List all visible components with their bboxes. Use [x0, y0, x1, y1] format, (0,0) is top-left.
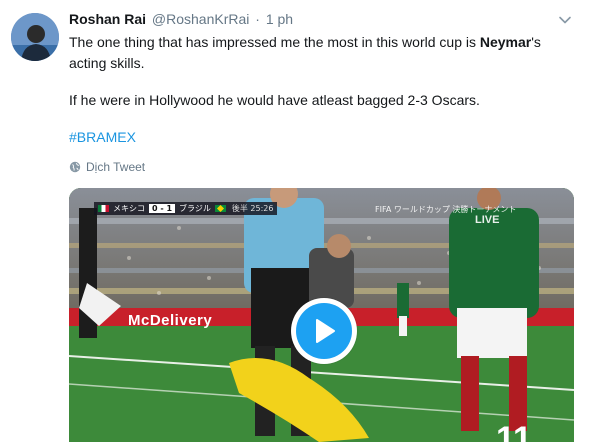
translate-tweet-link[interactable]: Dịch Tweet [69, 160, 145, 174]
jersey-number: 11 [496, 420, 532, 442]
tweet-time[interactable]: 1 ph [266, 11, 293, 27]
video-player[interactable]: メキシコ 0 - 1 ブラジル 後半 25:26 FIFA ワールドカップ 決勝… [69, 188, 574, 442]
tweet-text: The one thing that has impressed me the … [69, 32, 564, 148]
play-button[interactable] [291, 298, 357, 364]
sponsor-board: McDelivery [128, 312, 213, 329]
hashtag-link[interactable]: #BRAMEX [69, 129, 136, 145]
scoreboard: メキシコ 0 - 1 ブラジル 後半 25:26 [94, 202, 278, 215]
text-bold-name: Neymar [479, 34, 532, 50]
separator: · [255, 11, 260, 27]
author-handle[interactable]: @RoshanKrRai [152, 11, 249, 27]
score-value: 0 - 1 [149, 204, 176, 213]
mexico-flag-icon [98, 205, 109, 212]
match-clock: 後半 25:26 [231, 204, 274, 213]
globe-icon [69, 161, 81, 173]
team2-label: ブラジル [179, 204, 211, 213]
team1-label: メキシコ [113, 204, 145, 213]
avatar[interactable] [11, 13, 59, 61]
play-icon [316, 319, 335, 343]
tweet-header: Roshan Rai @RoshanKrRai · 1 ph [69, 11, 293, 27]
chevron-down-icon[interactable] [558, 13, 572, 27]
text-segment: The one thing that has impressed me the … [69, 34, 480, 50]
brazil-flag-icon [214, 205, 226, 212]
avatar-image [11, 13, 59, 61]
tweet-paragraph-1: The one thing that has impressed me the … [69, 32, 564, 74]
tweet-paragraph-2: If he were in Hollywood he would have at… [69, 92, 480, 108]
live-label: LIVE [475, 214, 500, 226]
author-name[interactable]: Roshan Rai [69, 11, 146, 27]
translate-label: Dịch Tweet [86, 160, 146, 174]
